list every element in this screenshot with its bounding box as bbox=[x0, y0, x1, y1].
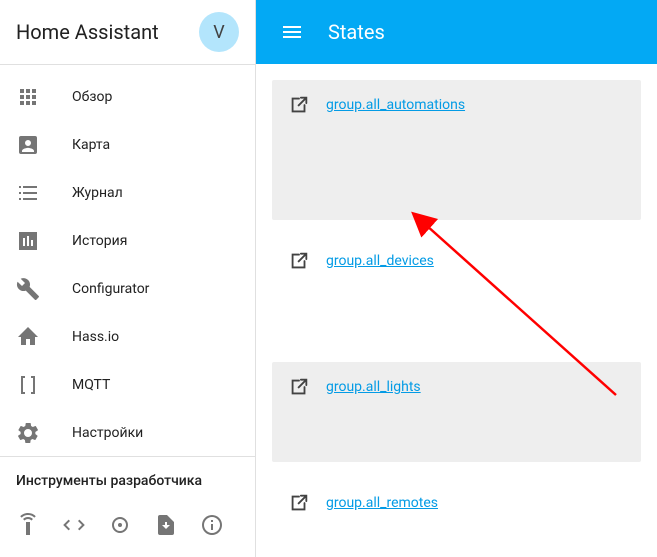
dev-tools-title: Инструменты разработчика bbox=[0, 457, 255, 505]
sidebar-item-settings[interactable]: Настройки bbox=[0, 409, 255, 456]
brackets-icon bbox=[16, 373, 40, 397]
menu-button[interactable] bbox=[272, 12, 312, 52]
sidebar-item-logbook[interactable]: Журнал bbox=[0, 169, 255, 217]
avatar[interactable]: V bbox=[199, 12, 239, 52]
dashboard-icon bbox=[16, 85, 40, 109]
sidebar-item-history[interactable]: История bbox=[0, 217, 255, 265]
list-icon bbox=[16, 181, 40, 205]
open-in-new-icon[interactable] bbox=[288, 94, 310, 116]
remote-icon bbox=[16, 513, 40, 537]
entity-row: group.all_lights bbox=[288, 376, 625, 398]
dev-tool-info[interactable] bbox=[192, 505, 232, 545]
entity-link[interactable]: group.all_remotes bbox=[326, 495, 438, 511]
open-in-new-icon[interactable] bbox=[288, 250, 310, 272]
sidebar-item-label: MQTT bbox=[72, 377, 110, 393]
wrench-icon bbox=[16, 277, 40, 301]
entity-link[interactable]: group.all_devices bbox=[326, 253, 434, 269]
dev-tools-row bbox=[0, 505, 255, 557]
brand-title: Home Assistant bbox=[16, 20, 159, 44]
open-in-new-icon[interactable] bbox=[288, 376, 310, 398]
hassio-icon bbox=[16, 325, 40, 349]
sidebar-item-label: Configurator bbox=[72, 281, 149, 297]
nav-list: Обзор Карта Журнал История bbox=[0, 65, 255, 456]
dev-tools-section: Инструменты разработчика bbox=[0, 457, 255, 557]
sidebar-header: Home Assistant V bbox=[0, 0, 255, 64]
sidebar-item-configurator[interactable]: Configurator bbox=[0, 265, 255, 313]
entity-link[interactable]: group.all_automations bbox=[326, 97, 465, 113]
dev-tool-events[interactable] bbox=[100, 505, 140, 545]
radio-tower-icon bbox=[108, 513, 132, 537]
entity-card: group.all_devices bbox=[272, 236, 641, 272]
entity-row: group.all_devices bbox=[288, 250, 625, 272]
entity-list: group.all_automations group.all_devices … bbox=[256, 64, 657, 557]
open-in-new-icon[interactable] bbox=[288, 492, 310, 514]
sidebar-item-label: Карта bbox=[72, 137, 110, 153]
sidebar: Home Assistant V Обзор Карта Журнал bbox=[0, 0, 256, 557]
dev-tool-templates[interactable] bbox=[146, 505, 186, 545]
main-content: States group.all_automations group.all_d… bbox=[256, 0, 657, 557]
sidebar-item-label: Настройки bbox=[72, 425, 143, 441]
chart-icon bbox=[16, 229, 40, 253]
page-title: States bbox=[328, 20, 385, 44]
file-icon bbox=[154, 513, 178, 537]
entity-link[interactable]: group.all_lights bbox=[326, 379, 421, 395]
entity-card: group.all_remotes bbox=[272, 478, 641, 514]
topbar: States bbox=[256, 0, 657, 64]
sidebar-item-overview[interactable]: Обзор bbox=[0, 73, 255, 121]
hamburger-icon bbox=[280, 20, 304, 44]
info-icon bbox=[200, 513, 224, 537]
entity-card: group.all_automations bbox=[272, 80, 641, 220]
sidebar-item-hassio[interactable]: Hass.io bbox=[0, 313, 255, 361]
sidebar-item-label: Hass.io bbox=[72, 329, 119, 345]
sidebar-item-map[interactable]: Карта bbox=[0, 121, 255, 169]
dev-tool-services[interactable] bbox=[8, 505, 48, 545]
gear-icon bbox=[16, 421, 40, 445]
code-icon bbox=[62, 513, 86, 537]
entity-row: group.all_automations bbox=[288, 94, 625, 116]
entity-card: group.all_lights bbox=[272, 362, 641, 462]
dev-tool-states[interactable] bbox=[54, 505, 94, 545]
sidebar-item-label: Обзор bbox=[72, 89, 112, 105]
account-box-icon bbox=[16, 133, 40, 157]
sidebar-item-label: История bbox=[72, 233, 127, 249]
entity-row: group.all_remotes bbox=[288, 492, 625, 514]
sidebar-item-label: Журнал bbox=[72, 185, 123, 201]
sidebar-item-mqtt[interactable]: MQTT bbox=[0, 361, 255, 409]
